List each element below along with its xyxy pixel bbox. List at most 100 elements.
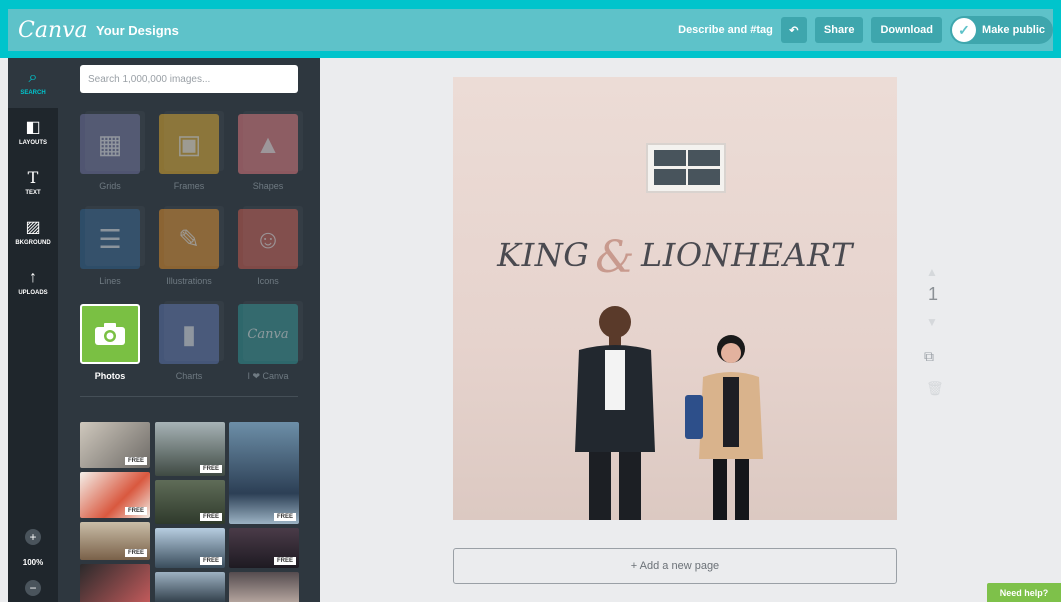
category-tile: ▮ xyxy=(159,304,219,364)
lines-icon: ☰ xyxy=(98,223,122,254)
rail-item-label: UPLOADS xyxy=(18,290,48,296)
add-page-button[interactable]: + Add a new page xyxy=(453,548,897,584)
category-lines[interactable]: ☰ Lines xyxy=(80,209,140,286)
duplicate-page-icon[interactable]: ⧉ xyxy=(924,348,934,365)
headline-text[interactable]: KING & LIONHEART xyxy=(453,232,897,283)
woman-figure xyxy=(685,335,763,520)
free-badge: FREE xyxy=(273,557,296,565)
free-badge: FREE xyxy=(124,507,147,515)
free-badge: FREE xyxy=(199,465,222,473)
category-tile: Canva xyxy=(238,304,298,364)
left-rail: ⌕ SEARCH ◧ LAYOUTS T TEXT ▨ BKGROUND ↑ U… xyxy=(8,58,58,602)
zoom-out-button[interactable]: − xyxy=(25,579,41,596)
canva-logo[interactable]: Canva xyxy=(18,18,88,43)
rail-item-background[interactable]: ▨ BKGROUND xyxy=(8,208,58,258)
headline-left: KING xyxy=(497,236,590,274)
photo-thumbnail[interactable]: FREE xyxy=(80,472,150,518)
page-down-icon[interactable]: ▼ xyxy=(926,315,938,329)
free-badge: FREE xyxy=(199,557,222,565)
camera-icon-svg xyxy=(95,323,125,345)
photo-thumbnail[interactable] xyxy=(155,572,225,602)
zoom-level: 100% xyxy=(22,557,44,567)
photo-thumbnail[interactable] xyxy=(229,572,299,602)
photo-thumbnail[interactable]: FREE xyxy=(80,422,150,468)
zoom-in-button[interactable]: + xyxy=(25,528,41,545)
frame-icon: ▣ xyxy=(176,128,202,159)
describe-and-tag-link[interactable]: Describe and #tag xyxy=(678,24,773,36)
category-label: Lines xyxy=(99,276,121,286)
search-icon: ⌕ xyxy=(28,69,38,86)
make-public-label: Make public xyxy=(982,24,1045,36)
category-tile: ☺ xyxy=(238,209,298,269)
category-photos[interactable]: Photos xyxy=(80,303,147,381)
rail-item-uploads[interactable]: ↑ UPLOADS xyxy=(8,258,58,308)
delete-page-icon[interactable]: 🗑 xyxy=(926,380,944,397)
headline-right: LIONHEART xyxy=(640,236,853,274)
page-up-icon[interactable]: ▲ xyxy=(926,265,938,279)
free-badge: FREE xyxy=(124,457,147,465)
category-illustrations[interactable]: ✎ Illustrations xyxy=(159,209,219,286)
camera-icon xyxy=(82,306,138,362)
headline-ampersand: & xyxy=(595,232,635,283)
photo-thumbnail[interactable]: FREE xyxy=(155,528,225,568)
vent-pane xyxy=(688,169,720,185)
category-tile: ☰ xyxy=(80,209,140,269)
rail-item-search[interactable]: ⌕ SEARCH xyxy=(8,58,58,108)
checkmark-icon: ✓ xyxy=(952,18,977,42)
grid-icon: ▦ xyxy=(97,128,123,159)
icons-icon: ☺ xyxy=(254,223,282,254)
category-tile: ▦ xyxy=(80,114,140,174)
search-input[interactable]: Search 1,000,000 images... xyxy=(80,65,298,93)
rail-item-label: SEARCH xyxy=(20,90,46,96)
free-badge: FREE xyxy=(124,549,147,557)
man-figure xyxy=(575,306,655,520)
top-bar: Canva Your Designs Describe and #tag ↶ S… xyxy=(0,0,1061,58)
photo-thumbnail[interactable] xyxy=(80,564,150,602)
category-label: Icons xyxy=(257,276,279,286)
make-public-toggle[interactable]: ✓ Make public xyxy=(950,16,1053,44)
category-tile: ▲ xyxy=(238,114,298,174)
photo-thumbnail[interactable]: FREE xyxy=(229,422,299,524)
free-badge: FREE xyxy=(199,513,222,521)
category-shapes[interactable]: ▲ Shapes xyxy=(238,114,298,191)
photo-thumbnail[interactable]: FREE xyxy=(80,522,150,560)
vent-pane xyxy=(654,150,686,166)
your-designs-link[interactable]: Your Designs xyxy=(96,23,179,38)
top-bar-inner: Canva Your Designs Describe and #tag ↶ S… xyxy=(8,9,1053,51)
side-panel: Search 1,000,000 images... ▦ Grids ▣ Fra… xyxy=(58,58,320,602)
category-icons[interactable]: ☺ Icons xyxy=(238,209,298,286)
category-label: Frames xyxy=(173,181,205,191)
page-number: 1 xyxy=(927,284,938,304)
category-label: Illustrations xyxy=(166,276,212,286)
download-button[interactable]: Download xyxy=(871,17,943,43)
rail-item-label: BKGROUND xyxy=(15,240,51,246)
category-label: Photos xyxy=(94,371,126,381)
need-help-button[interactable]: Need help? xyxy=(987,583,1061,602)
share-button[interactable]: Share xyxy=(814,17,864,43)
rail-item-layouts[interactable]: ◧ LAYOUTS xyxy=(8,108,58,158)
category-label: Shapes xyxy=(252,181,284,191)
category-grids[interactable]: ▦ Grids xyxy=(80,114,140,191)
undo-button[interactable]: ↶ xyxy=(780,17,807,43)
category-label: I ❤ Canva xyxy=(247,371,289,381)
category-label: Grids xyxy=(99,181,121,191)
upload-icon: ↑ xyxy=(29,269,37,286)
panel-divider xyxy=(80,396,298,397)
rail-item-text[interactable]: T TEXT xyxy=(8,158,58,208)
rail-item-label: LAYOUTS xyxy=(18,140,48,146)
category-frames[interactable]: ▣ Frames xyxy=(159,114,219,191)
category-i-love-canva[interactable]: Canva I ❤ Canva xyxy=(238,304,298,382)
vent-pane xyxy=(688,150,720,166)
photo-thumbnail[interactable]: FREE xyxy=(155,480,225,524)
text-icon: T xyxy=(27,168,39,187)
category-tile xyxy=(80,303,147,364)
photo-thumbnail[interactable]: FREE xyxy=(155,422,225,476)
shape-icon: ▲ xyxy=(255,128,281,159)
photo-thumbnail[interactable]: FREE xyxy=(229,528,299,568)
rail-item-label: TEXT xyxy=(25,190,41,196)
canva-logo-icon: Canva xyxy=(247,326,289,342)
design-canvas[interactable]: KING & LIONHEART xyxy=(453,77,897,520)
pencil-icon: ✎ xyxy=(178,223,200,254)
category-tile: ✎ xyxy=(159,209,219,269)
category-charts[interactable]: ▮ Charts xyxy=(159,304,219,381)
